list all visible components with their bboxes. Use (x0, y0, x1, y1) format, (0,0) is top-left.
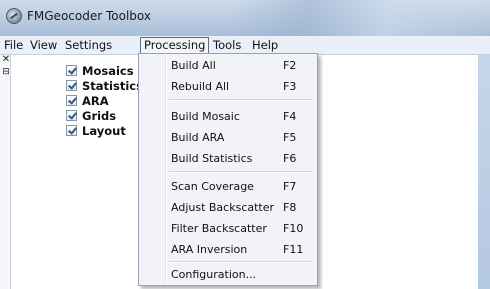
menu-item-label: Build All (171, 59, 216, 72)
menu-item-shortcut: F7 (283, 180, 297, 193)
dock-strip (0, 55, 11, 289)
menu-item-build-statistics[interactable]: Build Statistics F6 (139, 150, 317, 168)
layer-label: Layout (82, 124, 126, 138)
menu-item-ara-inversion[interactable]: ARA Inversion F11 (139, 241, 317, 259)
menu-item-build-mosaic[interactable]: Build Mosaic F4 (139, 108, 317, 126)
menu-item-shortcut: F4 (283, 110, 297, 123)
menu-item-configuration[interactable]: Configuration... (139, 266, 317, 284)
layer-label: Mosaics (82, 64, 134, 78)
menu-settings[interactable]: Settings (65, 36, 112, 54)
menu-processing[interactable]: Processing (140, 37, 210, 54)
menu-item-shortcut: F10 (283, 222, 304, 235)
menu-item-label: Build ARA (171, 131, 225, 144)
menu-view[interactable]: View (30, 36, 57, 54)
checkbox-statistics[interactable] (66, 80, 77, 91)
title-bar[interactable]: FMGeocoder Toolbox (0, 0, 490, 36)
layer-label: Statistics (82, 79, 143, 93)
menu-item-label: Build Mosaic (171, 110, 240, 123)
menu-item-label: Build Statistics (171, 152, 253, 165)
menu-separator (169, 171, 313, 173)
window-border-right (478, 55, 490, 289)
pin-panel-icon[interactable]: ⊟ (1, 67, 11, 77)
menu-item-label: Configuration... (171, 268, 257, 281)
window-title: FMGeocoder Toolbox (27, 9, 151, 23)
processing-menu-dropdown: Build All F2 Rebuild All F3 Build Mosaic… (138, 53, 318, 286)
menu-item-shortcut: F5 (283, 131, 297, 144)
title-bar-glass (230, 0, 490, 36)
menu-tools[interactable]: Tools (213, 36, 241, 54)
menu-item-rebuild-all[interactable]: Rebuild All F3 (139, 78, 317, 96)
menu-item-scan-coverage[interactable]: Scan Coverage F7 (139, 178, 317, 196)
menu-item-build-ara[interactable]: Build ARA F5 (139, 129, 317, 147)
menu-item-label: Rebuild All (171, 80, 230, 93)
menu-item-shortcut: F2 (283, 59, 297, 72)
menu-item-adjust-backscatter[interactable]: Adjust Backscatter F8 (139, 199, 317, 217)
layer-label: ARA (82, 94, 109, 108)
app-globe-icon (6, 8, 22, 24)
menu-item-shortcut: F3 (283, 80, 297, 93)
close-panel-icon[interactable]: ✕ (1, 55, 11, 65)
app-window: FMGeocoder Toolbox File View Settings Pr… (0, 0, 490, 289)
checkbox-mosaics[interactable] (66, 65, 77, 76)
menu-help[interactable]: Help (252, 36, 278, 54)
layer-label: Grids (82, 109, 117, 123)
menu-item-filter-backscatter[interactable]: Filter Backscatter F10 (139, 220, 317, 238)
menu-item-label: Adjust Backscatter (171, 201, 275, 214)
menu-item-label: ARA Inversion (171, 243, 248, 256)
menu-item-label: Filter Backscatter (171, 222, 267, 235)
checkbox-grids[interactable] (66, 110, 77, 121)
menu-separator (169, 99, 313, 101)
menu-item-shortcut: F11 (283, 243, 304, 256)
menu-item-label: Scan Coverage (171, 180, 254, 193)
checkbox-layout[interactable] (66, 125, 77, 136)
menu-item-shortcut: F6 (283, 152, 297, 165)
menu-item-shortcut: F8 (283, 201, 297, 214)
menu-separator (169, 261, 313, 263)
menu-file[interactable]: File (4, 36, 23, 54)
checkbox-ara[interactable] (66, 95, 77, 106)
menu-item-build-all[interactable]: Build All F2 (139, 57, 317, 75)
